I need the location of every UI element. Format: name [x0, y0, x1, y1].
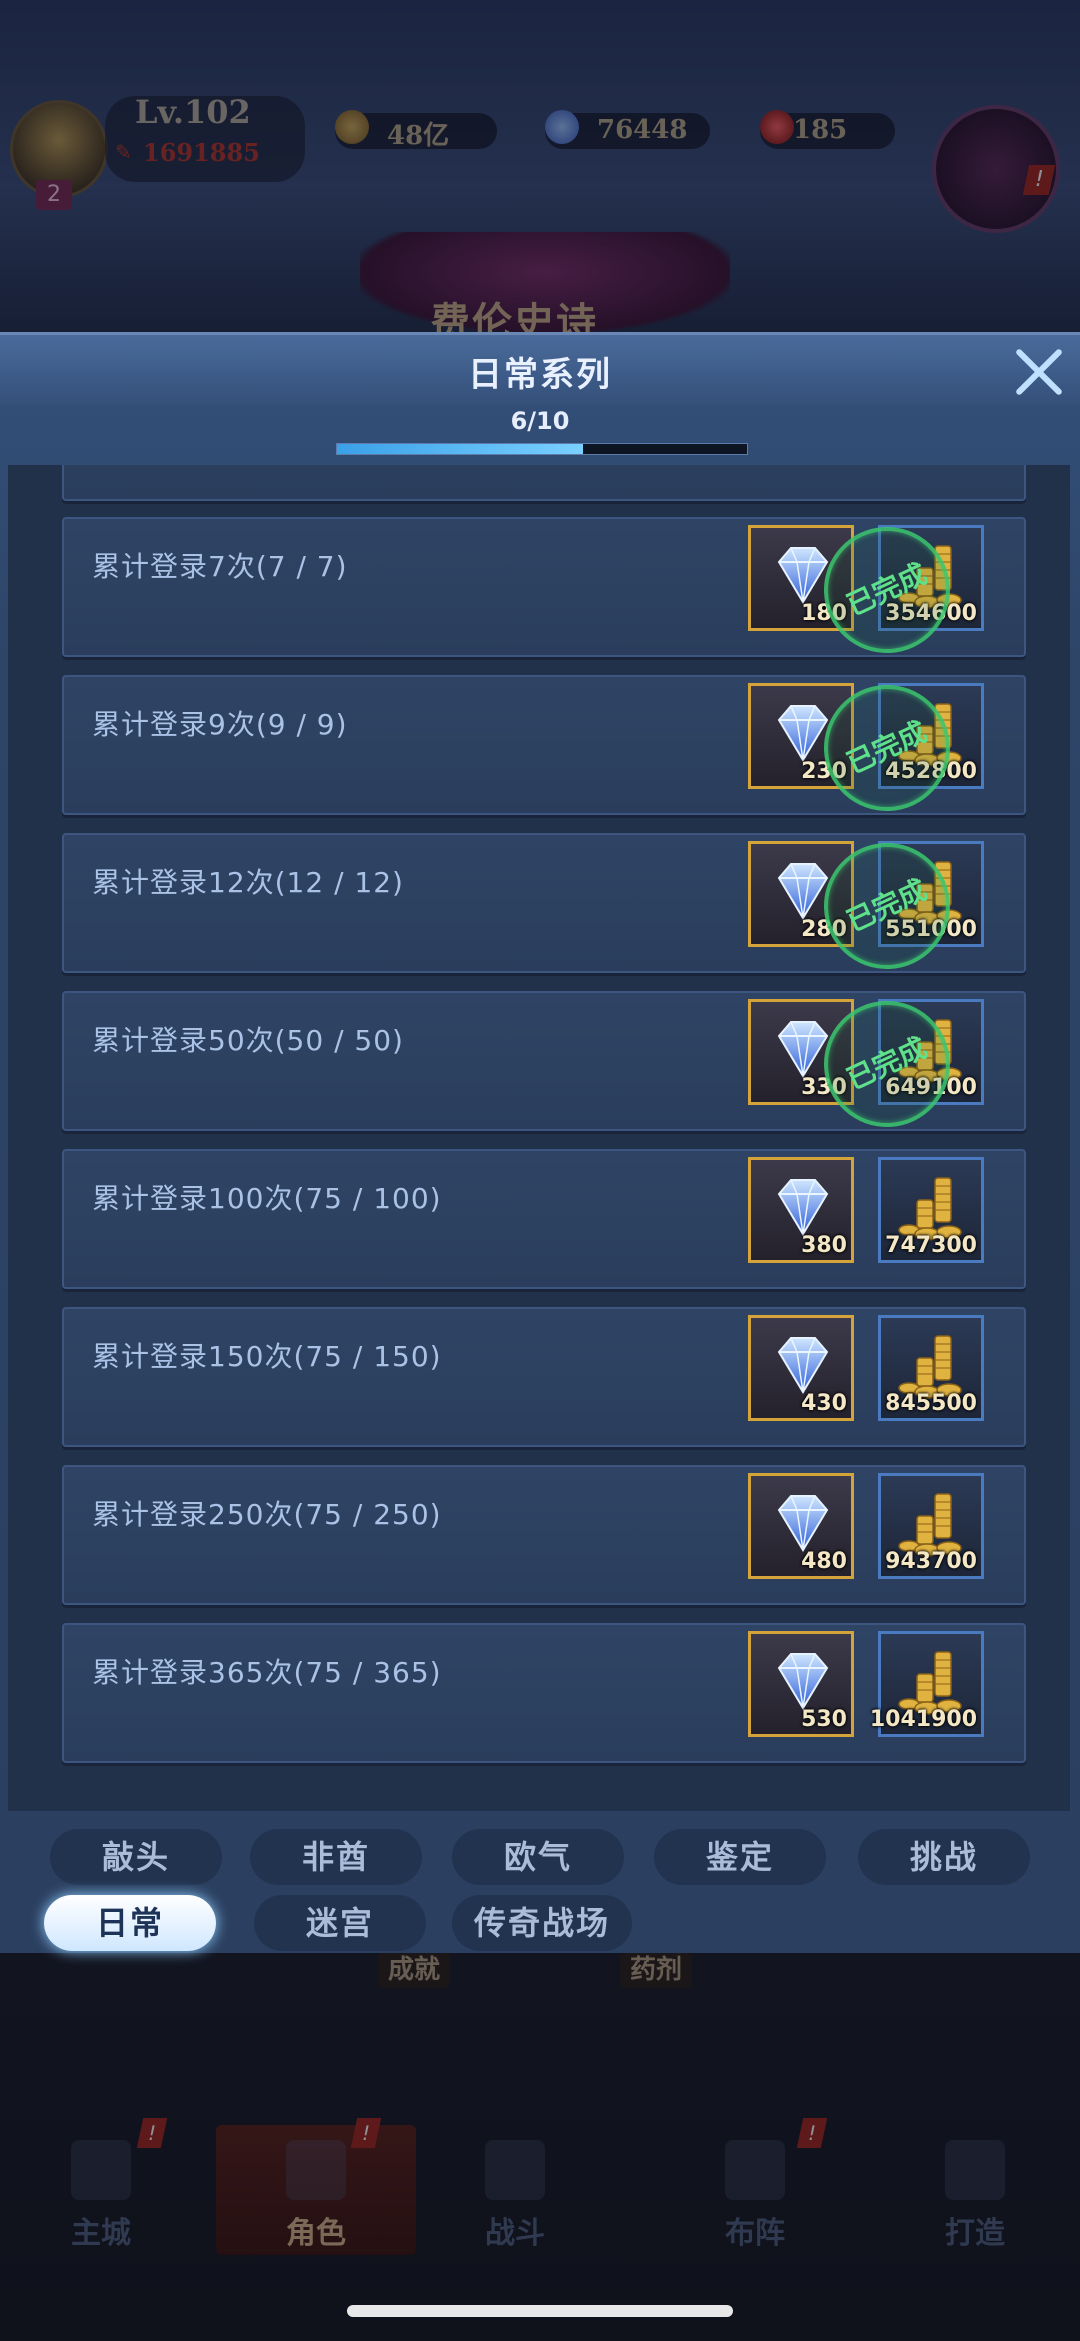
tab-2[interactable]: 欧气 [452, 1829, 624, 1885]
tab-1[interactable]: 非酋 [250, 1829, 422, 1885]
task-card: 累计登录50次(50 / 50) 330 649100 已完成 [62, 980, 1026, 1148]
progress-text: 6/10 [510, 407, 570, 435]
gold-reward[interactable]: 747300 [878, 1157, 984, 1263]
task-label: 累计登录9次(9 / 9) [92, 708, 348, 741]
task-card: 累计登录250次(75 / 250) 480 943700 [62, 1465, 1026, 1605]
task-label: 累计登录250次(75 / 250) [92, 1498, 442, 1531]
gold-reward[interactable]: 943700 [878, 1473, 984, 1579]
diamond-reward[interactable]: 530 [748, 1631, 854, 1737]
task-label: 累计登录365次(75 / 365) [92, 1656, 442, 1689]
close-icon[interactable] [1012, 345, 1066, 399]
reward-count: 943700 [885, 1549, 977, 1574]
task-card: 累计登录7次(7 / 7) 180 354600 已完成 [62, 506, 1026, 674]
tab-row2-2[interactable]: 传奇战场 [452, 1895, 632, 1951]
progress-fill [337, 444, 583, 454]
task-label: 累计登录150次(75 / 150) [92, 1340, 442, 1373]
home-indicator [347, 2305, 733, 2317]
reward-count: 530 [801, 1707, 847, 1732]
reward-count: 845500 [885, 1391, 977, 1416]
progress-bar [336, 443, 748, 455]
gold-reward[interactable]: 1041900 [870, 1631, 984, 1737]
task-card: 累计登录12次(12 / 12) 280 551000 已完成 [62, 822, 1026, 990]
gold-reward[interactable]: 845500 [878, 1315, 984, 1421]
task-label: 累计登录50次(50 / 50) [92, 1024, 404, 1057]
task-label: 累计登录7次(7 / 7) [92, 550, 348, 583]
task-card: 累计登录100次(75 / 100) 380 747300 [62, 1149, 1026, 1289]
diamond-reward[interactable]: 380 [748, 1157, 854, 1263]
tab-daily-active[interactable]: 日常 [44, 1895, 216, 1951]
reward-count: 1041900 [869, 1707, 977, 1732]
tab-0[interactable]: 敲头 [50, 1829, 222, 1885]
tab-4[interactable]: 挑战 [858, 1829, 1030, 1885]
task-label: 累计登录12次(12 / 12) [92, 866, 404, 899]
task-card: 累计登录150次(75 / 150) 430 845500 [62, 1307, 1026, 1447]
diamond-reward[interactable]: 480 [748, 1473, 854, 1579]
task-card: 累计登录9次(9 / 9) 230 452800 已完成 [62, 664, 1026, 832]
reward-count: 747300 [885, 1233, 977, 1258]
diamond-reward[interactable]: 430 [748, 1315, 854, 1421]
category-tabs: 敲头 非酋 欧气 鉴定 挑战日常 迷宫 传奇战场 [0, 1811, 1080, 1953]
tab-3[interactable]: 鉴定 [654, 1829, 826, 1885]
task-label: 累计登录100次(75 / 100) [92, 1182, 442, 1215]
task-card-partial [62, 465, 1026, 501]
reward-count: 480 [801, 1549, 847, 1574]
reward-count: 380 [801, 1233, 847, 1258]
reward-count: 430 [801, 1391, 847, 1416]
task-list[interactable]: 累计登录7次(7 / 7) 180 354600 已完成 累计登录9次(9 / 9) 23… [8, 465, 1070, 1811]
tab-row2-1[interactable]: 迷宫 [254, 1895, 426, 1951]
daily-series-modal: 日常系列 6/10 累计登录7次(7 / 7) 180 354600 已完成 累计登录9… [0, 332, 1080, 1953]
modal-title: 日常系列 [468, 355, 612, 395]
task-card: 累计登录365次(75 / 365) 530 1041900 [62, 1623, 1026, 1763]
